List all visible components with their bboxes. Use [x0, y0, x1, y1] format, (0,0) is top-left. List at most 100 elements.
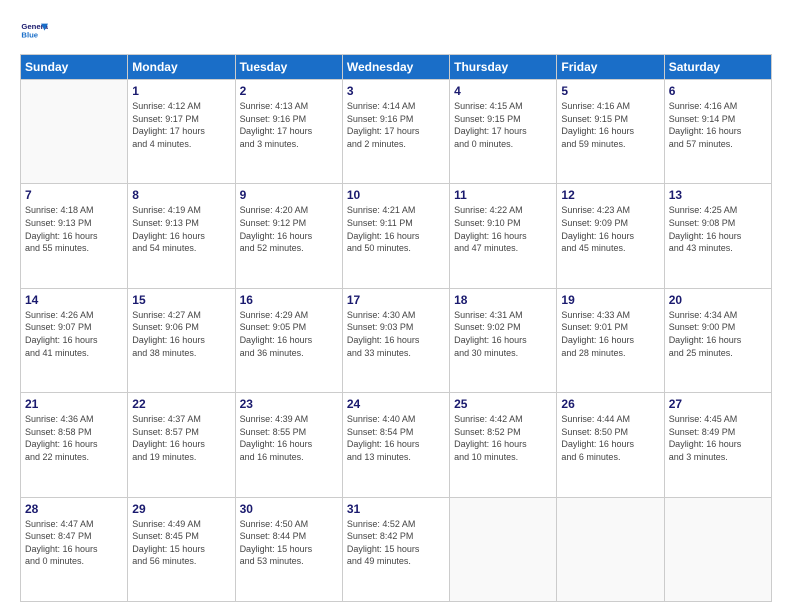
calendar-header-thursday: Thursday: [450, 55, 557, 80]
day-number: 28: [25, 502, 123, 516]
day-info: Sunrise: 4:19 AMSunset: 9:13 PMDaylight:…: [132, 204, 230, 254]
day-number: 1: [132, 84, 230, 98]
day-info: Sunrise: 4:52 AMSunset: 8:42 PMDaylight:…: [347, 518, 445, 568]
calendar-cell: 13 Sunrise: 4:25 AMSunset: 9:08 PMDayligh…: [664, 184, 771, 288]
calendar-header-sunday: Sunday: [21, 55, 128, 80]
day-number: 27: [669, 397, 767, 411]
day-info: Sunrise: 4:49 AMSunset: 8:45 PMDaylight:…: [132, 518, 230, 568]
calendar-header-wednesday: Wednesday: [342, 55, 449, 80]
day-info: Sunrise: 4:33 AMSunset: 9:01 PMDaylight:…: [561, 309, 659, 359]
day-info: Sunrise: 4:12 AMSunset: 9:17 PMDaylight:…: [132, 100, 230, 150]
day-info: Sunrise: 4:20 AMSunset: 9:12 PMDaylight:…: [240, 204, 338, 254]
calendar-cell: [664, 497, 771, 601]
calendar-cell: 6Sunrise: 4:16 AMSunset: 9:14 PMDaylight…: [664, 80, 771, 184]
calendar-cell: 16 Sunrise: 4:29 AMSunset: 9:05 PMDayligh…: [235, 288, 342, 392]
day-number: 22: [132, 397, 230, 411]
day-number: 30: [240, 502, 338, 516]
calendar-cell: 8 Sunrise: 4:19 AMSunset: 9:13 PMDaylight…: [128, 184, 235, 288]
calendar-cell: 24 Sunrise: 4:40 AMSunset: 8:54 PMDayligh…: [342, 393, 449, 497]
day-info: Sunrise: 4:23 AMSunset: 9:09 PMDaylight:…: [561, 204, 659, 254]
calendar-week-3: 14Sunrise: 4:26 AMSunset: 9:07 PMDayligh…: [21, 288, 772, 392]
calendar-cell: 5 Sunrise: 4:16 AMSunset: 9:15 PMDaylight…: [557, 80, 664, 184]
day-number: 14: [25, 293, 123, 307]
calendar-cell: 3Sunrise: 4:14 AMSunset: 9:16 PMDaylight…: [342, 80, 449, 184]
calendar-cell: 30 Sunrise: 4:50 AMSunset: 8:44 PMDayligh…: [235, 497, 342, 601]
calendar-cell: 1 Sunrise: 4:12 AMSunset: 9:17 PMDaylight…: [128, 80, 235, 184]
day-number: 21: [25, 397, 123, 411]
day-info: Sunrise: 4:13 AMSunset: 9:16 PMDaylight:…: [240, 100, 338, 150]
day-number: 12: [561, 188, 659, 202]
day-number: 3: [347, 84, 445, 98]
day-number: 26: [561, 397, 659, 411]
calendar-cell: 10 Sunrise: 4:21 AMSunset: 9:11 PMDayligh…: [342, 184, 449, 288]
day-info: Sunrise: 4:16 AMSunset: 9:15 PMDaylight:…: [561, 100, 659, 150]
day-number: 11: [454, 188, 552, 202]
calendar-cell: 29 Sunrise: 4:49 AMSunset: 8:45 PMDayligh…: [128, 497, 235, 601]
logo-icon: General Blue: [20, 18, 48, 46]
calendar-cell: 7Sunrise: 4:18 AMSunset: 9:13 PMDaylight…: [21, 184, 128, 288]
calendar-cell: 28Sunrise: 4:47 AMSunset: 8:47 PMDayligh…: [21, 497, 128, 601]
day-info: Sunrise: 4:44 AMSunset: 8:50 PMDaylight:…: [561, 413, 659, 463]
day-info: Sunrise: 4:37 AMSunset: 8:57 PMDaylight:…: [132, 413, 230, 463]
calendar-cell: 19 Sunrise: 4:33 AMSunset: 9:01 PMDayligh…: [557, 288, 664, 392]
day-info: Sunrise: 4:27 AMSunset: 9:06 PMDaylight:…: [132, 309, 230, 359]
page: General Blue SundayMondayTuesdayWednesda…: [0, 0, 792, 612]
calendar-week-5: 28Sunrise: 4:47 AMSunset: 8:47 PMDayligh…: [21, 497, 772, 601]
calendar-cell: 20 Sunrise: 4:34 AMSunset: 9:00 PMDayligh…: [664, 288, 771, 392]
day-number: 23: [240, 397, 338, 411]
day-info: Sunrise: 4:50 AMSunset: 8:44 PMDaylight:…: [240, 518, 338, 568]
day-number: 18: [454, 293, 552, 307]
day-info: Sunrise: 4:15 AMSunset: 9:15 PMDaylight:…: [454, 100, 552, 150]
day-number: 4: [454, 84, 552, 98]
day-info: Sunrise: 4:21 AMSunset: 9:11 PMDaylight:…: [347, 204, 445, 254]
calendar-week-2: 7Sunrise: 4:18 AMSunset: 9:13 PMDaylight…: [21, 184, 772, 288]
calendar-header-row: SundayMondayTuesdayWednesdayThursdayFrid…: [21, 55, 772, 80]
day-number: 13: [669, 188, 767, 202]
calendar-cell: [21, 80, 128, 184]
header: General Blue: [20, 18, 772, 46]
calendar-cell: 18 Sunrise: 4:31 AMSunset: 9:02 PMDayligh…: [450, 288, 557, 392]
day-info: Sunrise: 4:36 AMSunset: 8:58 PMDaylight:…: [25, 413, 123, 463]
day-number: 8: [132, 188, 230, 202]
day-info: Sunrise: 4:25 AMSunset: 9:08 PMDaylight:…: [669, 204, 767, 254]
calendar-cell: 12 Sunrise: 4:23 AMSunset: 9:09 PMDayligh…: [557, 184, 664, 288]
day-info: Sunrise: 4:30 AMSunset: 9:03 PMDaylight:…: [347, 309, 445, 359]
day-number: 16: [240, 293, 338, 307]
calendar-cell: 26 Sunrise: 4:44 AMSunset: 8:50 PMDayligh…: [557, 393, 664, 497]
day-number: 10: [347, 188, 445, 202]
calendar-week-4: 21 Sunrise: 4:36 AMSunset: 8:58 PMDayligh…: [21, 393, 772, 497]
calendar-header-tuesday: Tuesday: [235, 55, 342, 80]
calendar-cell: 27 Sunrise: 4:45 AMSunset: 8:49 PMDayligh…: [664, 393, 771, 497]
calendar-header-friday: Friday: [557, 55, 664, 80]
calendar-cell: 9 Sunrise: 4:20 AMSunset: 9:12 PMDaylight…: [235, 184, 342, 288]
day-number: 24: [347, 397, 445, 411]
day-info: Sunrise: 4:31 AMSunset: 9:02 PMDaylight:…: [454, 309, 552, 359]
calendar-week-1: 1 Sunrise: 4:12 AMSunset: 9:17 PMDaylight…: [21, 80, 772, 184]
day-number: 20: [669, 293, 767, 307]
day-info: Sunrise: 4:45 AMSunset: 8:49 PMDaylight:…: [669, 413, 767, 463]
day-number: 25: [454, 397, 552, 411]
calendar-cell: 23 Sunrise: 4:39 AMSunset: 8:55 PMDayligh…: [235, 393, 342, 497]
calendar-table: SundayMondayTuesdayWednesdayThursdayFrid…: [20, 54, 772, 602]
day-info: Sunrise: 4:29 AMSunset: 9:05 PMDaylight:…: [240, 309, 338, 359]
day-number: 9: [240, 188, 338, 202]
calendar-cell: [450, 497, 557, 601]
day-number: 15: [132, 293, 230, 307]
day-info: Sunrise: 4:22 AMSunset: 9:10 PMDaylight:…: [454, 204, 552, 254]
calendar-cell: 15 Sunrise: 4:27 AMSunset: 9:06 PMDayligh…: [128, 288, 235, 392]
day-number: 29: [132, 502, 230, 516]
calendar-cell: 11 Sunrise: 4:22 AMSunset: 9:10 PMDayligh…: [450, 184, 557, 288]
day-info: Sunrise: 4:40 AMSunset: 8:54 PMDaylight:…: [347, 413, 445, 463]
calendar-cell: 14Sunrise: 4:26 AMSunset: 9:07 PMDayligh…: [21, 288, 128, 392]
day-number: 17: [347, 293, 445, 307]
day-number: 2: [240, 84, 338, 98]
day-number: 19: [561, 293, 659, 307]
calendar-header-monday: Monday: [128, 55, 235, 80]
calendar-cell: 21 Sunrise: 4:36 AMSunset: 8:58 PMDayligh…: [21, 393, 128, 497]
day-number: 5: [561, 84, 659, 98]
day-info: Sunrise: 4:39 AMSunset: 8:55 PMDaylight:…: [240, 413, 338, 463]
calendar-cell: 4 Sunrise: 4:15 AMSunset: 9:15 PMDaylight…: [450, 80, 557, 184]
day-info: Sunrise: 4:34 AMSunset: 9:00 PMDaylight:…: [669, 309, 767, 359]
calendar-cell: [557, 497, 664, 601]
logo: General Blue: [20, 18, 48, 46]
